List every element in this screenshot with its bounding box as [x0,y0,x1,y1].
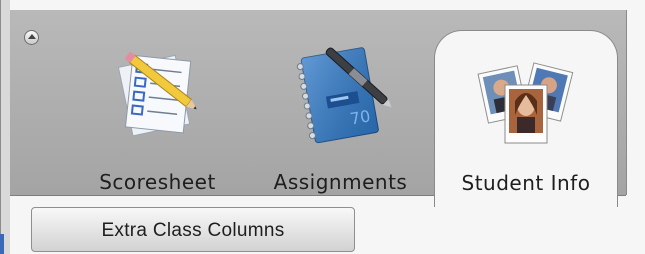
scoresheet-papers-icon [105,40,210,145]
app-window: Scoresheet 70 Assignments Student Info E… [0,0,645,254]
tab-scoresheet[interactable]: Scoresheet [85,10,230,205]
tab-scoresheet-label: Scoresheet [99,170,216,194]
tab-student-info-label: Student Info [461,171,591,195]
tab-student-info[interactable]: Student Info [434,30,618,207]
right-window-edge [626,10,645,254]
left-window-edge [0,0,10,254]
tab-assignments-label: Assignments [273,170,408,194]
extra-class-columns-button[interactable]: Extra Class Columns [31,207,355,252]
svg-text:70: 70 [349,106,372,128]
notebook-pen-icon: 70 [286,38,396,148]
collapse-toolbar-icon[interactable] [24,30,39,45]
left-selection-marker [0,234,4,254]
left-divider [0,0,1,254]
toolbar: Scoresheet 70 Assignments Student Info [10,10,626,207]
tab-assignments[interactable]: 70 Assignments [258,10,423,205]
student-photos-icon [475,55,575,155]
right-divider [626,10,627,195]
